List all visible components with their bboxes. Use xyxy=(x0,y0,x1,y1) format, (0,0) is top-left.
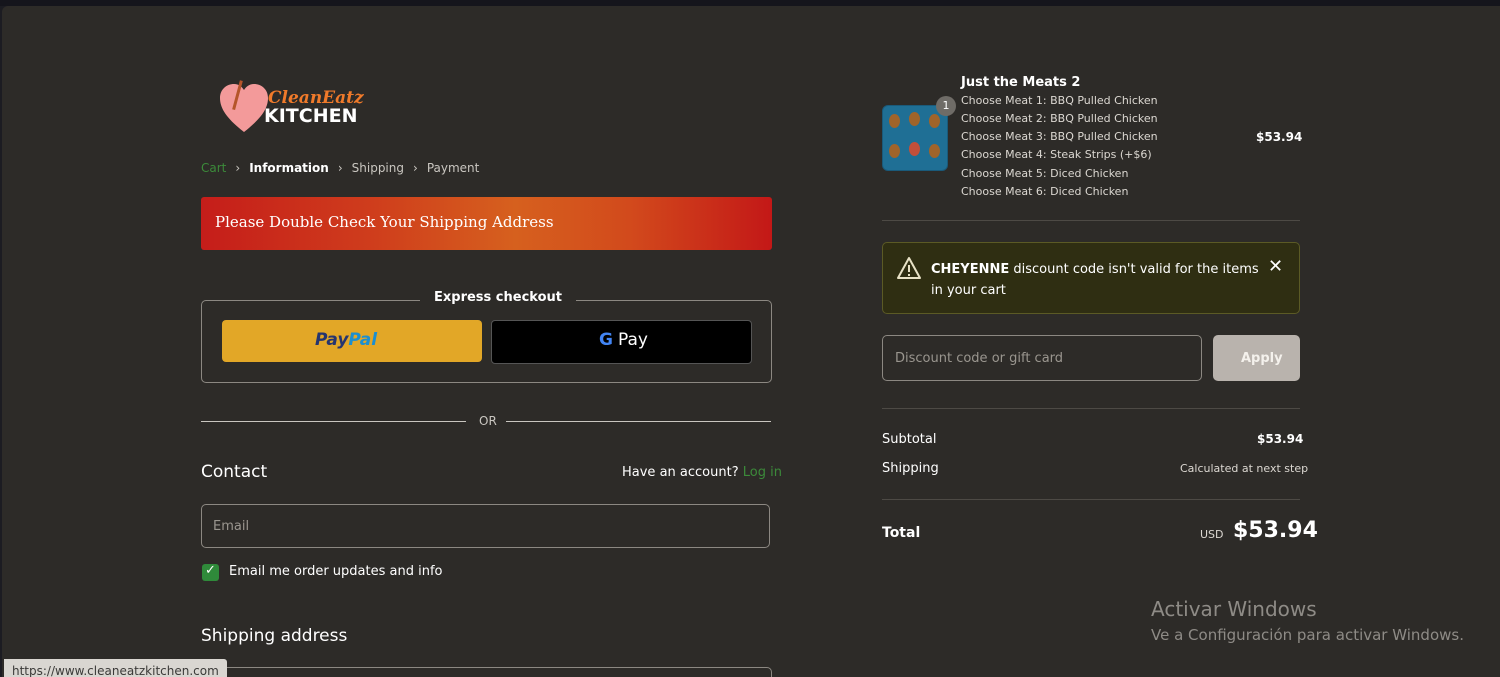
paypal-logo-pal: Pal xyxy=(348,330,378,350)
chevron-right-icon: › xyxy=(235,161,241,175)
product-option: Choose Meat 3: BBQ Pulled Chicken xyxy=(961,130,1158,143)
product-thumbnail xyxy=(882,105,948,171)
windows-activation-subtitle: Ve a Configuración para activar Windows. xyxy=(1151,626,1464,644)
breadcrumb-cart[interactable]: Cart xyxy=(201,161,226,175)
currency-code: USD xyxy=(1200,528,1224,541)
chevron-right-icon: › xyxy=(337,161,343,175)
checkmark-icon: ✓ xyxy=(205,563,216,578)
shipping-country-field[interactable] xyxy=(201,667,772,677)
breadcrumb-payment: Payment xyxy=(426,161,480,175)
email-updates-checkbox[interactable]: ✓ xyxy=(202,563,219,581)
banner-text: Please Double Check Your Shipping Addres… xyxy=(215,213,554,231)
discount-code: CHEYENNE xyxy=(931,262,1010,277)
heart-logo-icon: CleanEatz KITCHEN xyxy=(220,80,364,132)
subtotal-value: $53.94 xyxy=(1257,432,1304,446)
have-account-text: Have an account? xyxy=(622,465,739,480)
product-price: $53.94 xyxy=(1256,130,1303,144)
paypal-button[interactable]: PayPal xyxy=(222,320,482,362)
breadcrumb: Cart › Information › Shipping › Payment xyxy=(201,161,479,175)
breadcrumb-shipping: Shipping xyxy=(351,161,404,175)
product-option: Choose Meat 2: BBQ Pulled Chicken xyxy=(961,112,1158,125)
chevron-right-icon: › xyxy=(413,161,418,175)
total-value: $53.94 xyxy=(1233,518,1318,543)
breadcrumb-information: Information xyxy=(249,161,329,175)
paypal-logo-pay: Pay xyxy=(315,330,349,350)
login-link[interactable]: Log in xyxy=(743,465,782,480)
google-pay-label: Pay xyxy=(618,330,648,350)
divider xyxy=(882,220,1300,221)
google-g-icon: G xyxy=(599,330,613,350)
email-updates-label[interactable]: Email me order updates and info xyxy=(229,564,442,579)
brand-logo[interactable]: CleanEatz KITCHEN xyxy=(218,76,383,138)
product-option: Choose Meat 4: Steak Strips (+$6) xyxy=(961,148,1152,161)
subtotal-label: Subtotal xyxy=(882,432,937,447)
discount-code-input[interactable]: Discount code or gift card xyxy=(882,335,1202,381)
apply-label: Apply xyxy=(1241,351,1283,366)
paypal-logo: PayPal xyxy=(315,330,377,350)
checkout-page: CleanEatz KITCHEN Cart › Information › S… xyxy=(2,6,1500,677)
warning-triangle-icon xyxy=(896,256,922,284)
divider-left xyxy=(201,421,466,422)
discount-placeholder: Discount code or gift card xyxy=(895,351,1064,366)
windows-activation-title: Activar Windows xyxy=(1151,597,1317,621)
warning-message: CHEYENNE discount code isn't valid for t… xyxy=(931,259,1261,301)
express-checkout-title: Express checkout xyxy=(420,290,576,305)
divider-right xyxy=(506,421,771,422)
product-option: Choose Meat 1: BBQ Pulled Chicken xyxy=(961,94,1158,107)
shipping-address-heading: Shipping address xyxy=(201,626,348,646)
divider xyxy=(882,499,1300,500)
close-icon[interactable]: ✕ xyxy=(1268,256,1283,277)
apply-button[interactable]: Apply xyxy=(1213,335,1300,381)
contact-heading: Contact xyxy=(201,462,268,482)
product-option: Choose Meat 5: Diced Chicken xyxy=(961,167,1129,180)
total-label: Total xyxy=(882,525,921,541)
quantity-badge: 1 xyxy=(936,96,956,116)
shipping-value: Calculated at next step xyxy=(1180,462,1309,475)
logo-kitchen: KITCHEN xyxy=(264,105,357,127)
shipping-address-banner: Please Double Check Your Shipping Addres… xyxy=(201,197,772,250)
product-name: Just the Meats 2 xyxy=(961,75,1081,90)
divider xyxy=(882,408,1300,409)
status-bar-url: https://www.cleaneatzkitchen.com xyxy=(4,659,227,677)
or-divider-text: OR xyxy=(479,414,497,428)
email-field[interactable]: Email xyxy=(201,504,770,548)
product-option: Choose Meat 6: Diced Chicken xyxy=(961,185,1129,198)
email-placeholder: Email xyxy=(213,519,250,534)
have-account-prompt: Have an account? Log in xyxy=(622,465,782,480)
shipping-label: Shipping xyxy=(882,461,939,476)
google-pay-button[interactable]: G Pay xyxy=(491,320,752,364)
